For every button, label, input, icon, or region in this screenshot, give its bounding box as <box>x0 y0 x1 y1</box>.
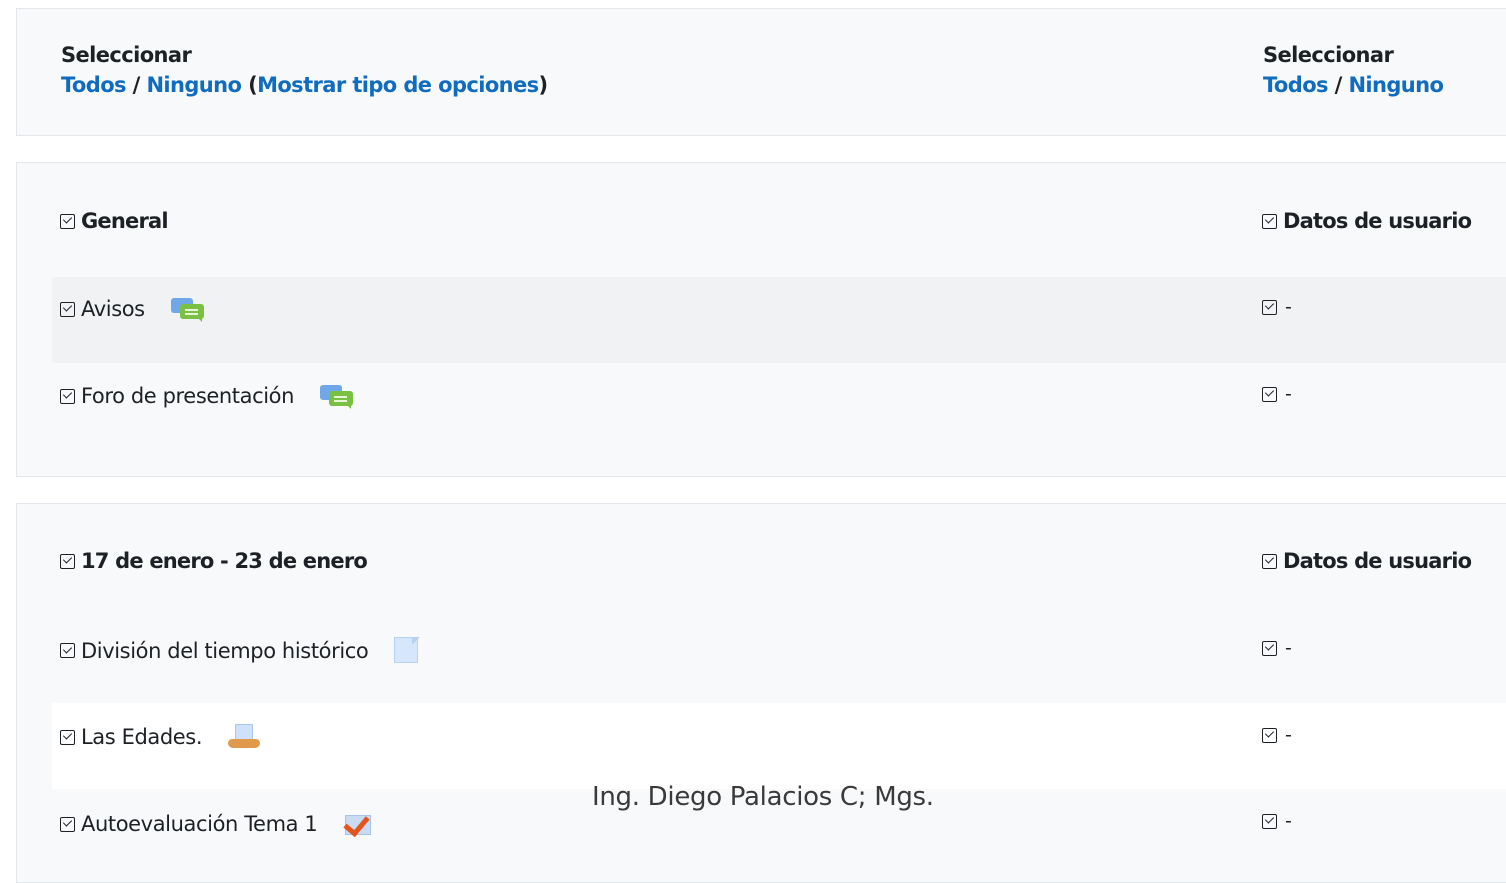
userdata-value: - <box>1285 810 1292 832</box>
userdata-checkbox[interactable] <box>1262 553 1277 569</box>
userdata-select-label: Seleccionar <box>1263 43 1394 67</box>
section-title-label: 17 de enero - 23 de enero <box>81 549 368 573</box>
activity-userdata: - <box>1262 296 1292 318</box>
section-title-week: 17 de enero - 23 de enero <box>60 549 368 573</box>
userdata-label: Datos de usuario <box>1283 549 1472 573</box>
userdata-checkbox[interactable] <box>1262 813 1277 829</box>
select-label: Seleccionar <box>61 43 192 67</box>
activity-userdata: - <box>1262 383 1292 405</box>
paren-open: ( <box>248 73 258 97</box>
section-title-general: General <box>60 209 169 233</box>
userdata-label: Datos de usuario <box>1283 209 1472 233</box>
userdata-select-links: Todos / Ninguno <box>1263 73 1444 97</box>
userdata-select-all-link[interactable]: Todos <box>1263 73 1329 97</box>
activity-label: Foro de presentación <box>81 384 295 408</box>
forum-icon <box>320 383 354 409</box>
book-icon <box>228 724 261 750</box>
section-checkbox[interactable] <box>60 213 75 229</box>
userdata-checkbox[interactable] <box>1262 213 1277 229</box>
section-title-label: General <box>81 209 169 233</box>
show-options-link[interactable]: Mostrar tipo de opciones <box>257 73 539 97</box>
activity-row <box>52 277 1506 363</box>
activity-edades: Las Edades. <box>60 724 261 750</box>
activity-userdata: - <box>1262 810 1292 832</box>
activity-label: Las Edades. <box>81 725 203 749</box>
userdata-checkbox[interactable] <box>1262 299 1277 315</box>
userdata-value: - <box>1285 637 1292 659</box>
activity-label: División del tiempo histórico <box>81 638 369 663</box>
quiz-icon <box>343 809 375 838</box>
paren-close: ) <box>538 73 549 97</box>
activity-userdata: - <box>1262 637 1292 659</box>
link-separator: / <box>132 73 141 97</box>
activity-checkbox[interactable] <box>60 729 75 745</box>
link-separator: / <box>1334 73 1343 97</box>
section-userdata-general: Datos de usuario <box>1262 209 1472 233</box>
activity-label: Avisos <box>81 297 145 321</box>
section-checkbox[interactable] <box>60 553 75 569</box>
watermark-text: Ing. Diego Palacios C; Mgs. <box>592 782 934 812</box>
userdata-value: - <box>1285 724 1292 746</box>
activity-checkbox[interactable] <box>60 301 75 317</box>
activity-foro: Foro de presentación <box>60 383 354 409</box>
forum-icon <box>170 296 205 322</box>
activity-autoevaluacion: Autoevaluación Tema 1 <box>60 809 375 838</box>
userdata-value: - <box>1285 296 1292 318</box>
userdata-value: - <box>1285 383 1292 405</box>
select-links: Todos / Ninguno (Mostrar tipo de opcione… <box>61 73 548 97</box>
select-panel <box>16 8 1506 136</box>
activity-userdata: - <box>1262 724 1292 746</box>
activity-division: División del tiempo histórico <box>60 637 421 664</box>
select-all-link[interactable]: Todos <box>61 73 127 97</box>
activity-checkbox[interactable] <box>60 643 75 658</box>
userdata-checkbox[interactable] <box>1262 640 1277 656</box>
file-icon <box>394 637 421 664</box>
userdata-select-none-link[interactable]: Ninguno <box>1348 73 1443 97</box>
userdata-checkbox[interactable] <box>1262 727 1277 743</box>
userdata-checkbox[interactable] <box>1262 386 1277 402</box>
activity-row <box>52 703 1506 789</box>
section-userdata-week: Datos de usuario <box>1262 549 1472 573</box>
activity-checkbox[interactable] <box>60 816 75 832</box>
activity-label: Autoevaluación Tema 1 <box>81 812 318 836</box>
activity-checkbox[interactable] <box>60 388 75 404</box>
select-none-link[interactable]: Ninguno <box>146 73 241 97</box>
activity-avisos: Avisos <box>60 296 205 322</box>
